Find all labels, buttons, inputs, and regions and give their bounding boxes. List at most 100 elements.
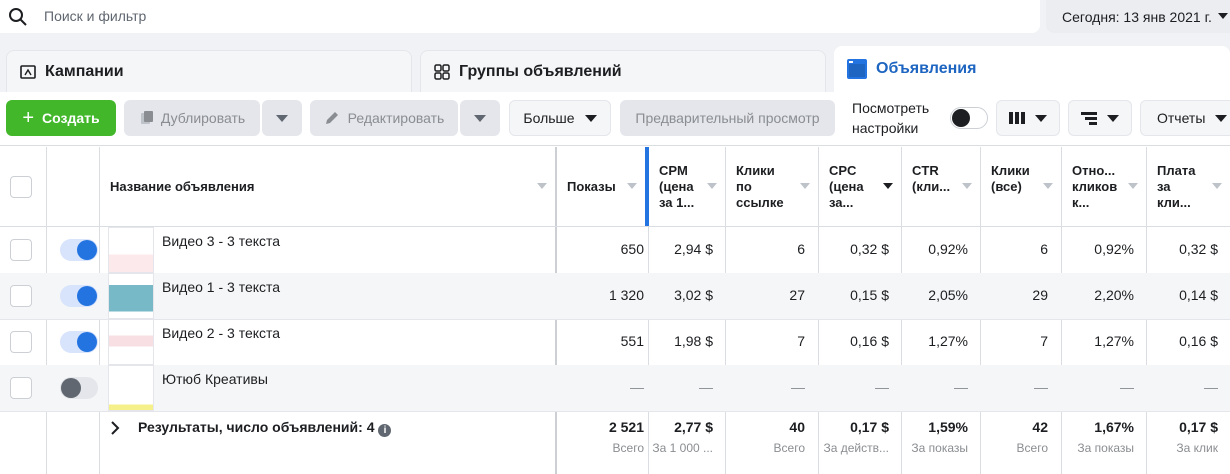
column-header-link-clicks[interactable]: Клики по ссылке xyxy=(726,147,818,227)
search-input[interactable] xyxy=(34,4,994,28)
header-label: CPC xyxy=(829,163,857,178)
sort-icon xyxy=(883,183,893,189)
ad-window-icon xyxy=(847,59,867,79)
ad-thumbnail[interactable] xyxy=(108,273,154,319)
summary-rel-clicks-value: 1,67% xyxy=(1094,419,1134,435)
cell-impressions: — xyxy=(630,379,644,395)
cell-rel-clicks: 1,27% xyxy=(1094,333,1134,349)
tab-campaigns[interactable]: Кампании xyxy=(6,50,412,92)
grid-icon xyxy=(434,63,450,80)
results-summary-label: Результаты, число объявлений: 4 xyxy=(138,419,375,435)
column-header-ctr[interactable]: CTR (кли... xyxy=(902,147,980,227)
duplicate-menu-button[interactable] xyxy=(262,100,302,136)
chevron-down-icon xyxy=(276,114,288,122)
ad-thumbnail[interactable] xyxy=(108,365,154,411)
ad-name-link[interactable]: Видео 2 - 3 текста xyxy=(162,325,280,341)
row-checkbox[interactable] xyxy=(10,285,32,307)
info-icon[interactable]: i xyxy=(378,424,392,437)
summary-cpm-value: 2,77 $ xyxy=(674,419,713,435)
cell-cpc: 0,32 $ xyxy=(850,241,889,257)
select-all-checkbox[interactable] xyxy=(10,176,32,198)
ad-status-toggle[interactable] xyxy=(60,239,98,261)
cell-impressions: 650 xyxy=(620,241,644,257)
ad-thumbnail[interactable] xyxy=(108,319,154,365)
chevron-down-icon xyxy=(474,114,486,122)
column-header-cpc[interactable]: CPC (цена за... xyxy=(819,147,901,227)
columns-button[interactable] xyxy=(996,100,1060,136)
view-settings-line2: настройки xyxy=(852,120,919,136)
results-summary: Результаты, число объявлений: 4i xyxy=(138,419,392,437)
ad-name-link[interactable]: Видео 3 - 3 текста xyxy=(162,233,280,249)
toolbar: + Создать Дублировать Редактировать Боль… xyxy=(0,92,1230,146)
summary-clicks-all-value: 42 xyxy=(1032,419,1048,435)
cell-impressions: 1 320 xyxy=(608,287,644,303)
cell-clicks-all: 29 xyxy=(1032,287,1048,303)
toggle-knob xyxy=(952,109,970,127)
date-range-button[interactable]: Сегодня: 13 янв 2021 г. xyxy=(1046,0,1230,33)
column-header-rel-clicks[interactable]: Отно... кликов к... xyxy=(1062,147,1146,227)
header-label: за xyxy=(1157,179,1171,194)
folder-icon xyxy=(20,64,36,79)
sort-icon xyxy=(537,183,547,189)
toggle-knob xyxy=(77,286,97,306)
cell-ctr: 1,27% xyxy=(928,333,968,349)
reports-button[interactable]: Отчеты xyxy=(1140,100,1230,136)
cell-link-clicks: 6 xyxy=(797,241,805,257)
ad-name-link[interactable]: Ютюб Креативы xyxy=(162,371,268,387)
search-bar[interactable] xyxy=(0,0,1040,33)
row-checkbox[interactable] xyxy=(10,377,32,399)
more-button[interactable]: Больше xyxy=(509,100,611,136)
cell-ctr: 2,05% xyxy=(928,287,968,303)
breakdown-button[interactable] xyxy=(1068,100,1132,136)
column-header-cost-per[interactable]: Плата за кли... xyxy=(1147,147,1230,227)
cell-ctr: — xyxy=(954,379,968,395)
cell-cost-per: 0,16 $ xyxy=(1179,333,1218,349)
row-checkbox[interactable] xyxy=(10,331,32,353)
sort-icon xyxy=(627,183,637,189)
row-checkbox[interactable] xyxy=(10,239,32,261)
columns-icon xyxy=(1009,112,1025,124)
preview-button[interactable]: Предварительный просмотр xyxy=(620,100,835,136)
header-label: кли... xyxy=(1157,195,1191,210)
ad-status-toggle[interactable] xyxy=(60,377,98,399)
ad-thumbnail[interactable] xyxy=(108,227,154,273)
ad-status-toggle[interactable] xyxy=(60,285,98,307)
tab-ad-sets[interactable]: Группы объявлений xyxy=(420,50,826,92)
edit-menu-button[interactable] xyxy=(460,100,500,136)
table-row[interactable]: Видео 2 - 3 текста 551 1,98 $ 7 0,16 $ 1,27% 7… xyxy=(0,319,1230,365)
duplicate-button[interactable]: Дублировать xyxy=(124,100,260,136)
create-button[interactable]: + Создать xyxy=(6,100,116,136)
edit-label: Редактировать xyxy=(347,110,445,126)
cell-cpm: 1,98 $ xyxy=(674,333,713,349)
summary-ctr-label: За показы xyxy=(911,441,968,455)
chevron-right-icon[interactable] xyxy=(110,421,120,435)
view-settings-toggle[interactable] xyxy=(950,107,988,129)
table-row[interactable]: Видео 1 - 3 текста 1 320 3,02 $ 27 0,15 $ 2,0… xyxy=(0,273,1230,319)
header-label: за... xyxy=(829,195,854,210)
tab-ads[interactable]: Объявления xyxy=(834,46,1230,92)
cell-clicks-all: 7 xyxy=(1040,333,1048,349)
cell-cpc: 0,16 $ xyxy=(850,333,889,349)
header-label: Название объявления xyxy=(110,179,255,194)
table-row[interactable]: Ютюб Креативы — — — — — — — — xyxy=(0,365,1230,411)
ad-name-link[interactable]: Видео 1 - 3 текста xyxy=(162,279,280,295)
cell-cpm: 2,94 $ xyxy=(674,241,713,257)
preview-label: Предварительный просмотр xyxy=(635,110,820,126)
table-row[interactable]: Видео 3 - 3 текста 650 2,94 $ 6 0,32 $ 0,92% 6… xyxy=(0,227,1230,273)
header-label: (все) xyxy=(991,179,1022,194)
column-header-impressions[interactable]: Показы xyxy=(557,147,645,227)
copy-icon xyxy=(140,111,153,124)
summary-ctr-value: 1,59% xyxy=(928,419,968,435)
summary-link-clicks-value: 40 xyxy=(789,419,805,435)
column-header-name[interactable]: Название объявления xyxy=(100,147,555,227)
header-label: (кли... xyxy=(912,179,951,194)
pencil-icon xyxy=(325,112,338,124)
ad-status-toggle[interactable] xyxy=(60,331,98,353)
column-header-cpm[interactable]: CPM (цена за 1... xyxy=(649,147,725,227)
column-header-clicks-all[interactable]: Клики (все) xyxy=(981,147,1061,227)
header-label: Показы xyxy=(567,179,616,194)
chevron-down-icon xyxy=(1218,13,1228,19)
edit-button[interactable]: Редактировать xyxy=(310,100,458,136)
cell-impressions: 551 xyxy=(620,333,644,349)
header-label: CPM xyxy=(659,163,688,178)
